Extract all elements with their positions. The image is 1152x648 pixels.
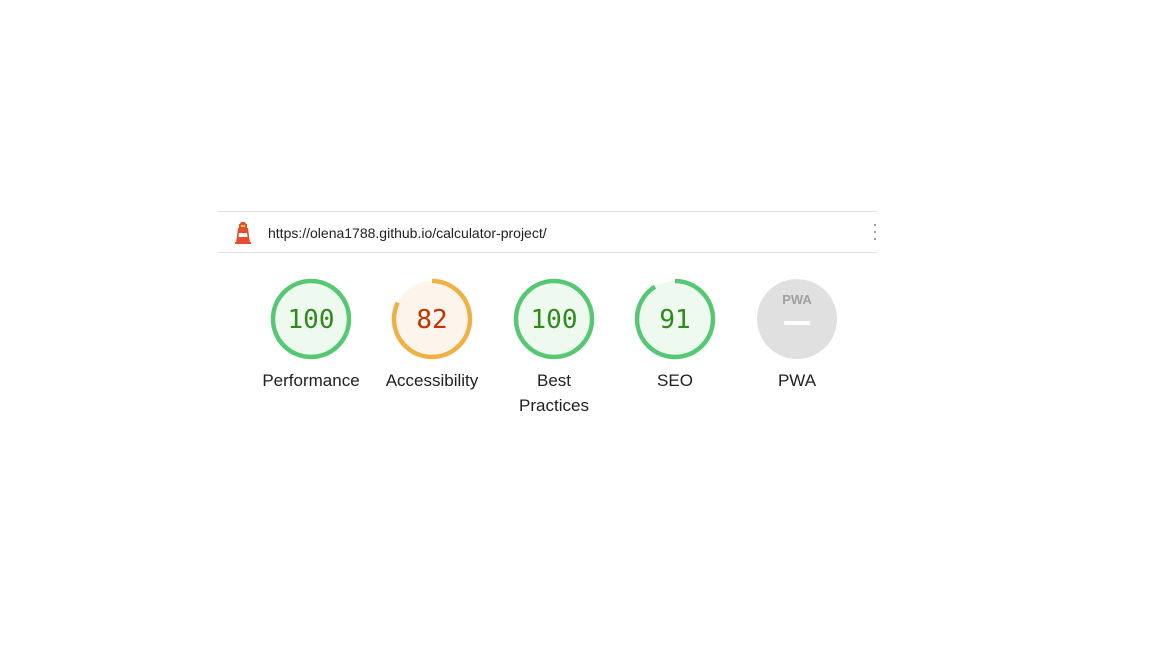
score-value: 100: [288, 305, 335, 335]
pwa-badge-text: PWA: [782, 292, 812, 307]
gauge-best-practices[interactable]: 100 Best Practices: [499, 277, 609, 418]
report-url: https://olena1788.github.io/calculator-p…: [268, 225, 547, 241]
score-value: 82: [416, 305, 447, 335]
gauge-label: Accessibility: [385, 371, 479, 390]
gauge-accessibility[interactable]: 82 Accessibility: [377, 277, 487, 393]
score-ring: 100: [270, 278, 352, 360]
score-value: 91: [659, 305, 690, 335]
pwa-badge-icon: PWA: [757, 279, 837, 359]
report-topbar: https://olena1788.github.io/calculator-p…: [218, 211, 877, 253]
kebab-menu-icon[interactable]: [873, 224, 877, 242]
gauge-performance[interactable]: 100 Performance: [256, 277, 366, 393]
gauge-label: PWA: [777, 371, 817, 390]
score-ring: 91: [634, 278, 716, 360]
lighthouse-icon: [235, 222, 251, 244]
score-ring: 100: [513, 278, 595, 360]
gauge-label: Performance: [262, 371, 360, 390]
score-value: 100: [531, 305, 578, 335]
pwa-dash: [784, 321, 810, 325]
category-gauges: 100 Performance 82 Accessibility 100 Bes…: [218, 277, 877, 427]
score-ring: 82: [391, 278, 473, 360]
gauge-pwa[interactable]: PWA PWA: [742, 277, 852, 393]
lighthouse-report: https://olena1788.github.io/calculator-p…: [218, 211, 877, 431]
gauge-label: Best Practices: [519, 371, 589, 415]
gauge-seo[interactable]: 91 SEO: [620, 277, 730, 393]
gauge-label: SEO: [657, 371, 693, 390]
